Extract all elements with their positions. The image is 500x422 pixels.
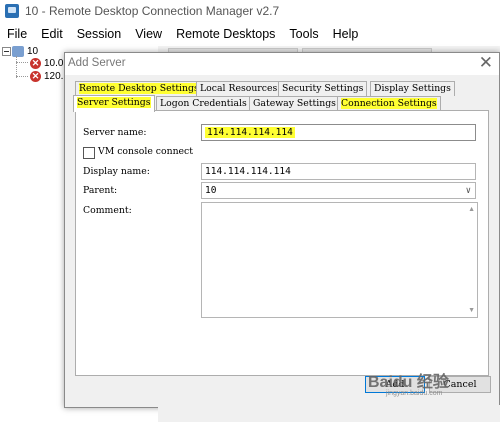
vm-console-label[interactable]: VM console connect: [98, 146, 193, 157]
scroll-down-icon[interactable]: ▼: [468, 307, 475, 314]
tab-gateway-settings[interactable]: Gateway Settings: [249, 96, 340, 111]
tab-local-resources[interactable]: Local Resources: [196, 81, 282, 96]
tree-connector: [16, 76, 28, 77]
server-name-label: Server name:: [83, 127, 147, 138]
collapse-icon[interactable]: [2, 46, 11, 56]
tree-server-row[interactable]: ✕ 10.0: [30, 56, 63, 70]
add-server-dialog: Add Server ✕ Remote Desktop Settings Loc…: [64, 52, 500, 408]
watermark-logo: Baidu 经验: [368, 374, 449, 391]
dialog-title-bar: Add Server ✕: [65, 53, 499, 75]
baidu-watermark: Baidu 经验 jingyan.baidu.com: [368, 368, 449, 397]
menu-view[interactable]: View: [135, 27, 162, 41]
tab-label: Local Resources: [200, 83, 278, 94]
tab-connection-settings[interactable]: Connection Settings: [337, 96, 441, 111]
parent-label: Parent:: [83, 185, 118, 196]
tab-display-settings[interactable]: Display Settings: [370, 81, 455, 96]
tab-remote-desktop-settings[interactable]: Remote Desktop Settings: [75, 81, 203, 96]
title-bar: 10 - Remote Desktop Connection Manager v…: [0, 0, 500, 22]
status-area: [158, 405, 500, 422]
tab-label: Remote Desktop Settings: [79, 83, 199, 94]
comment-textarea[interactable]: ▲ ▼: [201, 202, 478, 318]
tab-security-settings[interactable]: Security Settings: [278, 81, 368, 96]
server-tree: 10 ✕ 10.0 ✕ 120.: [0, 44, 64, 422]
menu-bar: File Edit Session View Remote Desktops T…: [0, 24, 500, 44]
chevron-down-icon: ∨: [465, 186, 471, 196]
watermark-url: jingyan.baidu.com: [386, 390, 443, 397]
dialog-title: Add Server: [68, 57, 126, 69]
menu-tools[interactable]: Tools: [289, 27, 318, 41]
tab-label: Display Settings: [374, 83, 451, 94]
display-name-input[interactable]: 114.114.114.114: [201, 163, 476, 180]
tree-server-row[interactable]: ✕ 120.: [30, 69, 63, 83]
menu-help[interactable]: Help: [333, 27, 359, 41]
error-icon: ✕: [30, 57, 41, 69]
tab-logon-credentials[interactable]: Logon Credentials: [156, 96, 251, 111]
window-title: 10 - Remote Desktop Connection Manager v…: [25, 4, 280, 18]
tab-label: Server Settings: [77, 97, 151, 108]
tree-connector: [16, 62, 28, 63]
parent-select[interactable]: 10 ∨: [201, 182, 476, 199]
error-icon: ✕: [30, 70, 41, 82]
tab-label: Logon Credentials: [160, 98, 247, 109]
tab-label: Gateway Settings: [253, 98, 336, 109]
server-group-icon: [12, 45, 24, 57]
server-name-input[interactable]: 114.114.114.114: [201, 124, 476, 141]
menu-remote-desktops[interactable]: Remote Desktops: [176, 27, 275, 41]
vm-console-checkbox[interactable]: [83, 147, 95, 159]
menu-file[interactable]: File: [7, 27, 27, 41]
tree-group-label: 10: [27, 45, 39, 57]
close-icon[interactable]: ✕: [479, 53, 493, 73]
app-icon: [5, 4, 19, 18]
server-settings-panel: Server name: 114.114.114.114 VM console …: [75, 110, 489, 376]
tree-server-label: 10.0: [44, 57, 64, 69]
menu-edit[interactable]: Edit: [41, 27, 63, 41]
parent-value: 10: [205, 185, 217, 196]
comment-label: Comment:: [83, 205, 132, 216]
server-name-value: 114.114.114.114: [205, 127, 295, 138]
tree-server-label: 120.: [44, 70, 64, 82]
tree-connector: [16, 56, 17, 78]
scroll-up-icon[interactable]: ▲: [468, 206, 475, 213]
tab-label: Security Settings: [282, 83, 364, 94]
display-name-label: Display name:: [83, 166, 150, 177]
tab-label: Connection Settings: [341, 98, 437, 109]
tab-server-settings[interactable]: Server Settings: [73, 95, 155, 112]
display-name-value: 114.114.114.114: [205, 166, 291, 177]
menu-session[interactable]: Session: [77, 27, 121, 41]
